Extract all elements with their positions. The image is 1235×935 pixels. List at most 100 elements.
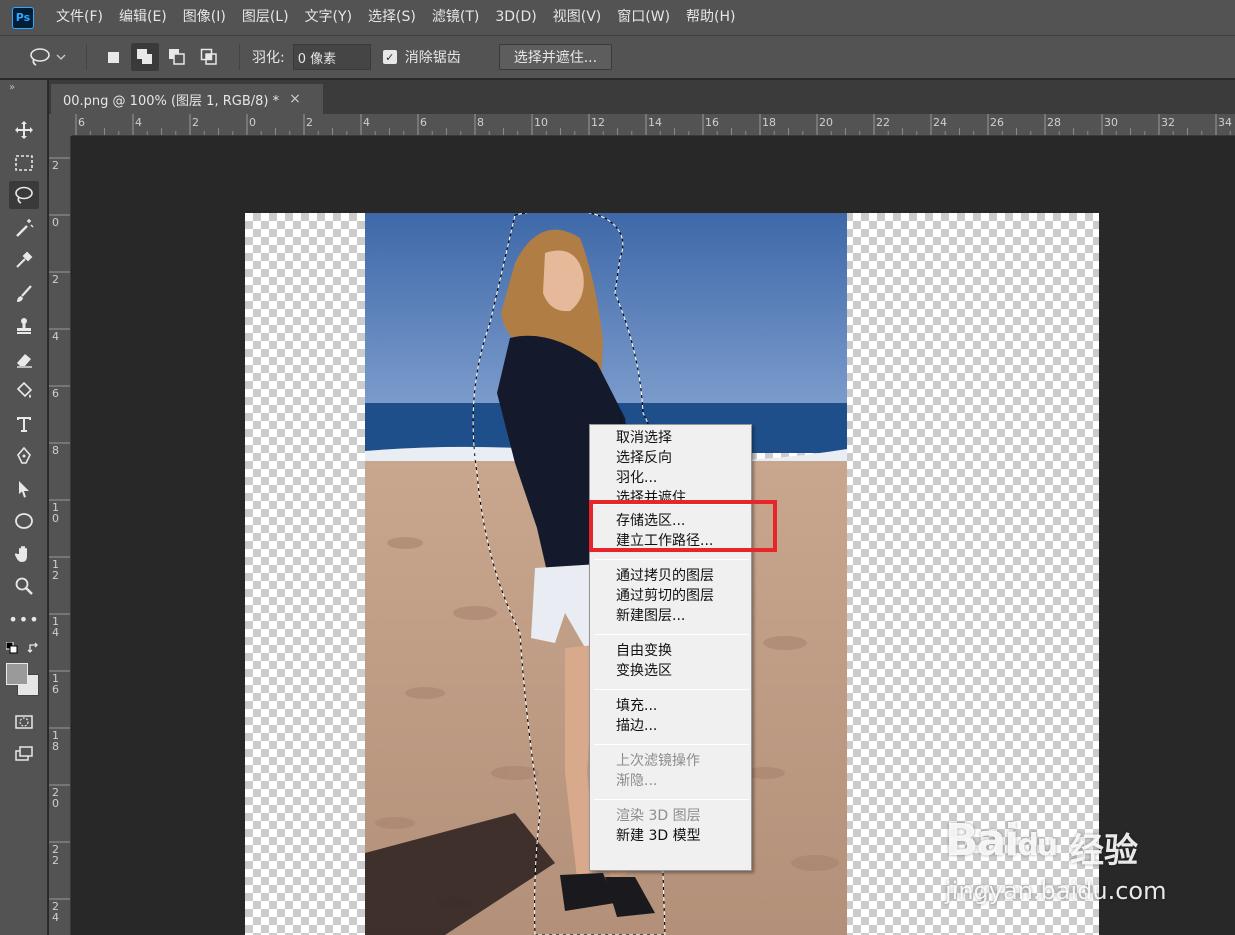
ruler-tick-label: 1 4 (52, 615, 59, 639)
menu-edit[interactable]: 编辑(E) (111, 0, 175, 35)
ctx-stroke[interactable]: 描边... (590, 716, 751, 736)
ctx-transform-selection[interactable]: 变换选区 (590, 661, 751, 681)
menu-separator (594, 634, 749, 635)
ctx-layer-via-cut[interactable]: 通过剪切的图层 (590, 586, 751, 606)
feather-input[interactable]: 0 像素 (292, 44, 371, 70)
move-icon (15, 121, 33, 139)
chevron-down-icon (56, 54, 66, 60)
brush-icon (17, 285, 32, 302)
watermark-logo-text: Baidu (945, 815, 1058, 866)
quick-mask-button[interactable] (9, 708, 39, 736)
divider (239, 44, 240, 70)
ctx-render-3d-layer: 渲染 3D 图层 (616, 808, 701, 824)
antialias-checkbox[interactable]: ✓ (382, 50, 397, 64)
menu-file[interactable]: 文件(F) (48, 0, 111, 35)
eraser-tool[interactable] (9, 345, 39, 373)
ctx-fill[interactable]: 填充... (590, 696, 751, 716)
move-tool[interactable] (9, 116, 39, 144)
foreground-color-swatch[interactable] (6, 663, 28, 685)
select-and-mask-button[interactable]: 选择并遮住... (498, 44, 613, 70)
subtract-selection-button[interactable] (163, 43, 191, 71)
ruler-tick-label: 2 2 (52, 843, 59, 867)
options-bar: 羽化: 0 像素 ✓ 消除锯齿 选择并遮住... (0, 35, 1235, 79)
ctx-select-inverse[interactable]: 选择反向 (590, 448, 751, 468)
ruler-tick-label: 0 (249, 116, 256, 129)
ruler-tick-label: 32 (1161, 116, 1175, 129)
menu-separator (594, 744, 749, 745)
more-tools-button[interactable]: ••• (8, 605, 39, 633)
type-icon (17, 417, 31, 432)
pen-icon (17, 446, 31, 464)
add-selection-icon (137, 49, 152, 64)
close-tab-icon[interactable]: × (289, 91, 301, 107)
menu-view[interactable]: 视图(V) (545, 0, 610, 35)
ruler-tick-label: 1 2 (52, 558, 59, 582)
ctx-new-3d-model[interactable]: 新建 3D 模型 (590, 826, 751, 846)
magic-wand-tool[interactable] (9, 214, 39, 242)
ctx-free-transform[interactable]: 自由变换 (590, 641, 751, 661)
annotation-highlight-box (589, 500, 777, 552)
horizontal-ruler[interactable]: 6 4 2 0 2 4 6 8 10 12 14 16 18 20 22 24 26 28 30 32 34 (72, 114, 1235, 136)
lasso-icon (15, 186, 33, 204)
path-selection-tool[interactable] (9, 475, 39, 503)
brush-tool[interactable] (9, 280, 39, 308)
ctx-new-layer[interactable]: 新建图层... (590, 606, 751, 626)
default-colors-icon[interactable] (5, 641, 18, 658)
clone-stamp-icon (17, 318, 31, 334)
intersect-selection-button[interactable] (195, 43, 223, 71)
screen-mode-button[interactable] (9, 740, 39, 768)
eyedropper-tool[interactable] (9, 246, 39, 274)
pen-tool[interactable] (9, 442, 39, 470)
type-tool[interactable] (9, 410, 39, 438)
zoom-tool[interactable] (9, 572, 39, 600)
paint-bucket-icon (16, 381, 33, 398)
ellipse-tool[interactable] (9, 507, 39, 535)
document-tab[interactable]: 00.png @ 100% (图层 1, RGB/8) * × (51, 84, 323, 114)
ruler-tick-label: 0 (52, 216, 59, 229)
ctx-layer-via-copy[interactable]: 通过拷贝的图层 (590, 566, 751, 586)
menu-type[interactable]: 文字(Y) (297, 0, 360, 35)
menu-select[interactable]: 选择(S) (360, 0, 424, 35)
menu-image[interactable]: 图像(I) (175, 0, 234, 35)
lasso-tool-button[interactable] (9, 181, 39, 209)
ruler-tick-label: 12 (591, 116, 605, 129)
add-to-selection-button[interactable] (131, 43, 159, 71)
zoom-icon (15, 577, 33, 595)
ruler-tick-label: 24 (933, 116, 947, 129)
menu-layer[interactable]: 图层(L) (234, 0, 297, 35)
ruler-tick-label: 26 (990, 116, 1004, 129)
stamp-tool[interactable] (9, 312, 39, 340)
menu-help[interactable]: 帮助(H) (678, 0, 743, 35)
ctx-deselect[interactable]: 取消选择 (590, 428, 751, 448)
ruler-ticks-v (49, 157, 70, 900)
ruler-tick-label: 18 (762, 116, 776, 129)
ruler-tick-label: 22 (876, 116, 890, 129)
ruler-tick-label: 2 4 (52, 900, 59, 924)
ctx-last-filter: 上次滤镜操作 (616, 753, 700, 769)
new-selection-icon (107, 51, 119, 63)
ctx-feather[interactable]: 羽化... (590, 468, 751, 488)
ruler-tick-label: 14 (648, 116, 662, 129)
hand-tool[interactable] (9, 540, 39, 568)
paint-bucket-tool[interactable] (9, 377, 39, 405)
document-tab-title: 00.png @ 100% (图层 1, RGB/8) * (63, 93, 280, 109)
ruler-tick-label: 28 (1047, 116, 1061, 129)
ruler-tick-label: 2 (306, 116, 313, 129)
swap-colors-icon[interactable] (27, 641, 41, 659)
menu-window[interactable]: 窗口(W) (609, 0, 678, 35)
ruler-corner[interactable] (49, 114, 72, 136)
eraser-icon (17, 354, 32, 368)
ruler-tick-label: 10 (534, 116, 548, 129)
ruler-tick-label: 1 8 (52, 729, 59, 753)
screen-mode-icon (15, 746, 33, 761)
menu-bar: Ps 文件(F) 编辑(E) 图像(I) 图层(L) 文字(Y) 选择(S) 滤… (0, 0, 1235, 35)
ruler-tick-label: 6 (52, 387, 59, 400)
menu-filter[interactable]: 滤镜(T) (424, 0, 487, 35)
hand-icon (14, 546, 27, 562)
menu-3d[interactable]: 3D(D) (487, 0, 544, 35)
new-selection-button[interactable] (99, 43, 127, 71)
marquee-tool[interactable] (9, 149, 39, 177)
collapse-panel-icon[interactable]: » (9, 82, 15, 93)
vertical-ruler[interactable]: 2 0 2 4 6 8 1 0 1 2 1 4 1 6 1 8 2 0 2 2 2 4 (49, 136, 71, 935)
tool-preset-picker[interactable] (28, 46, 74, 68)
